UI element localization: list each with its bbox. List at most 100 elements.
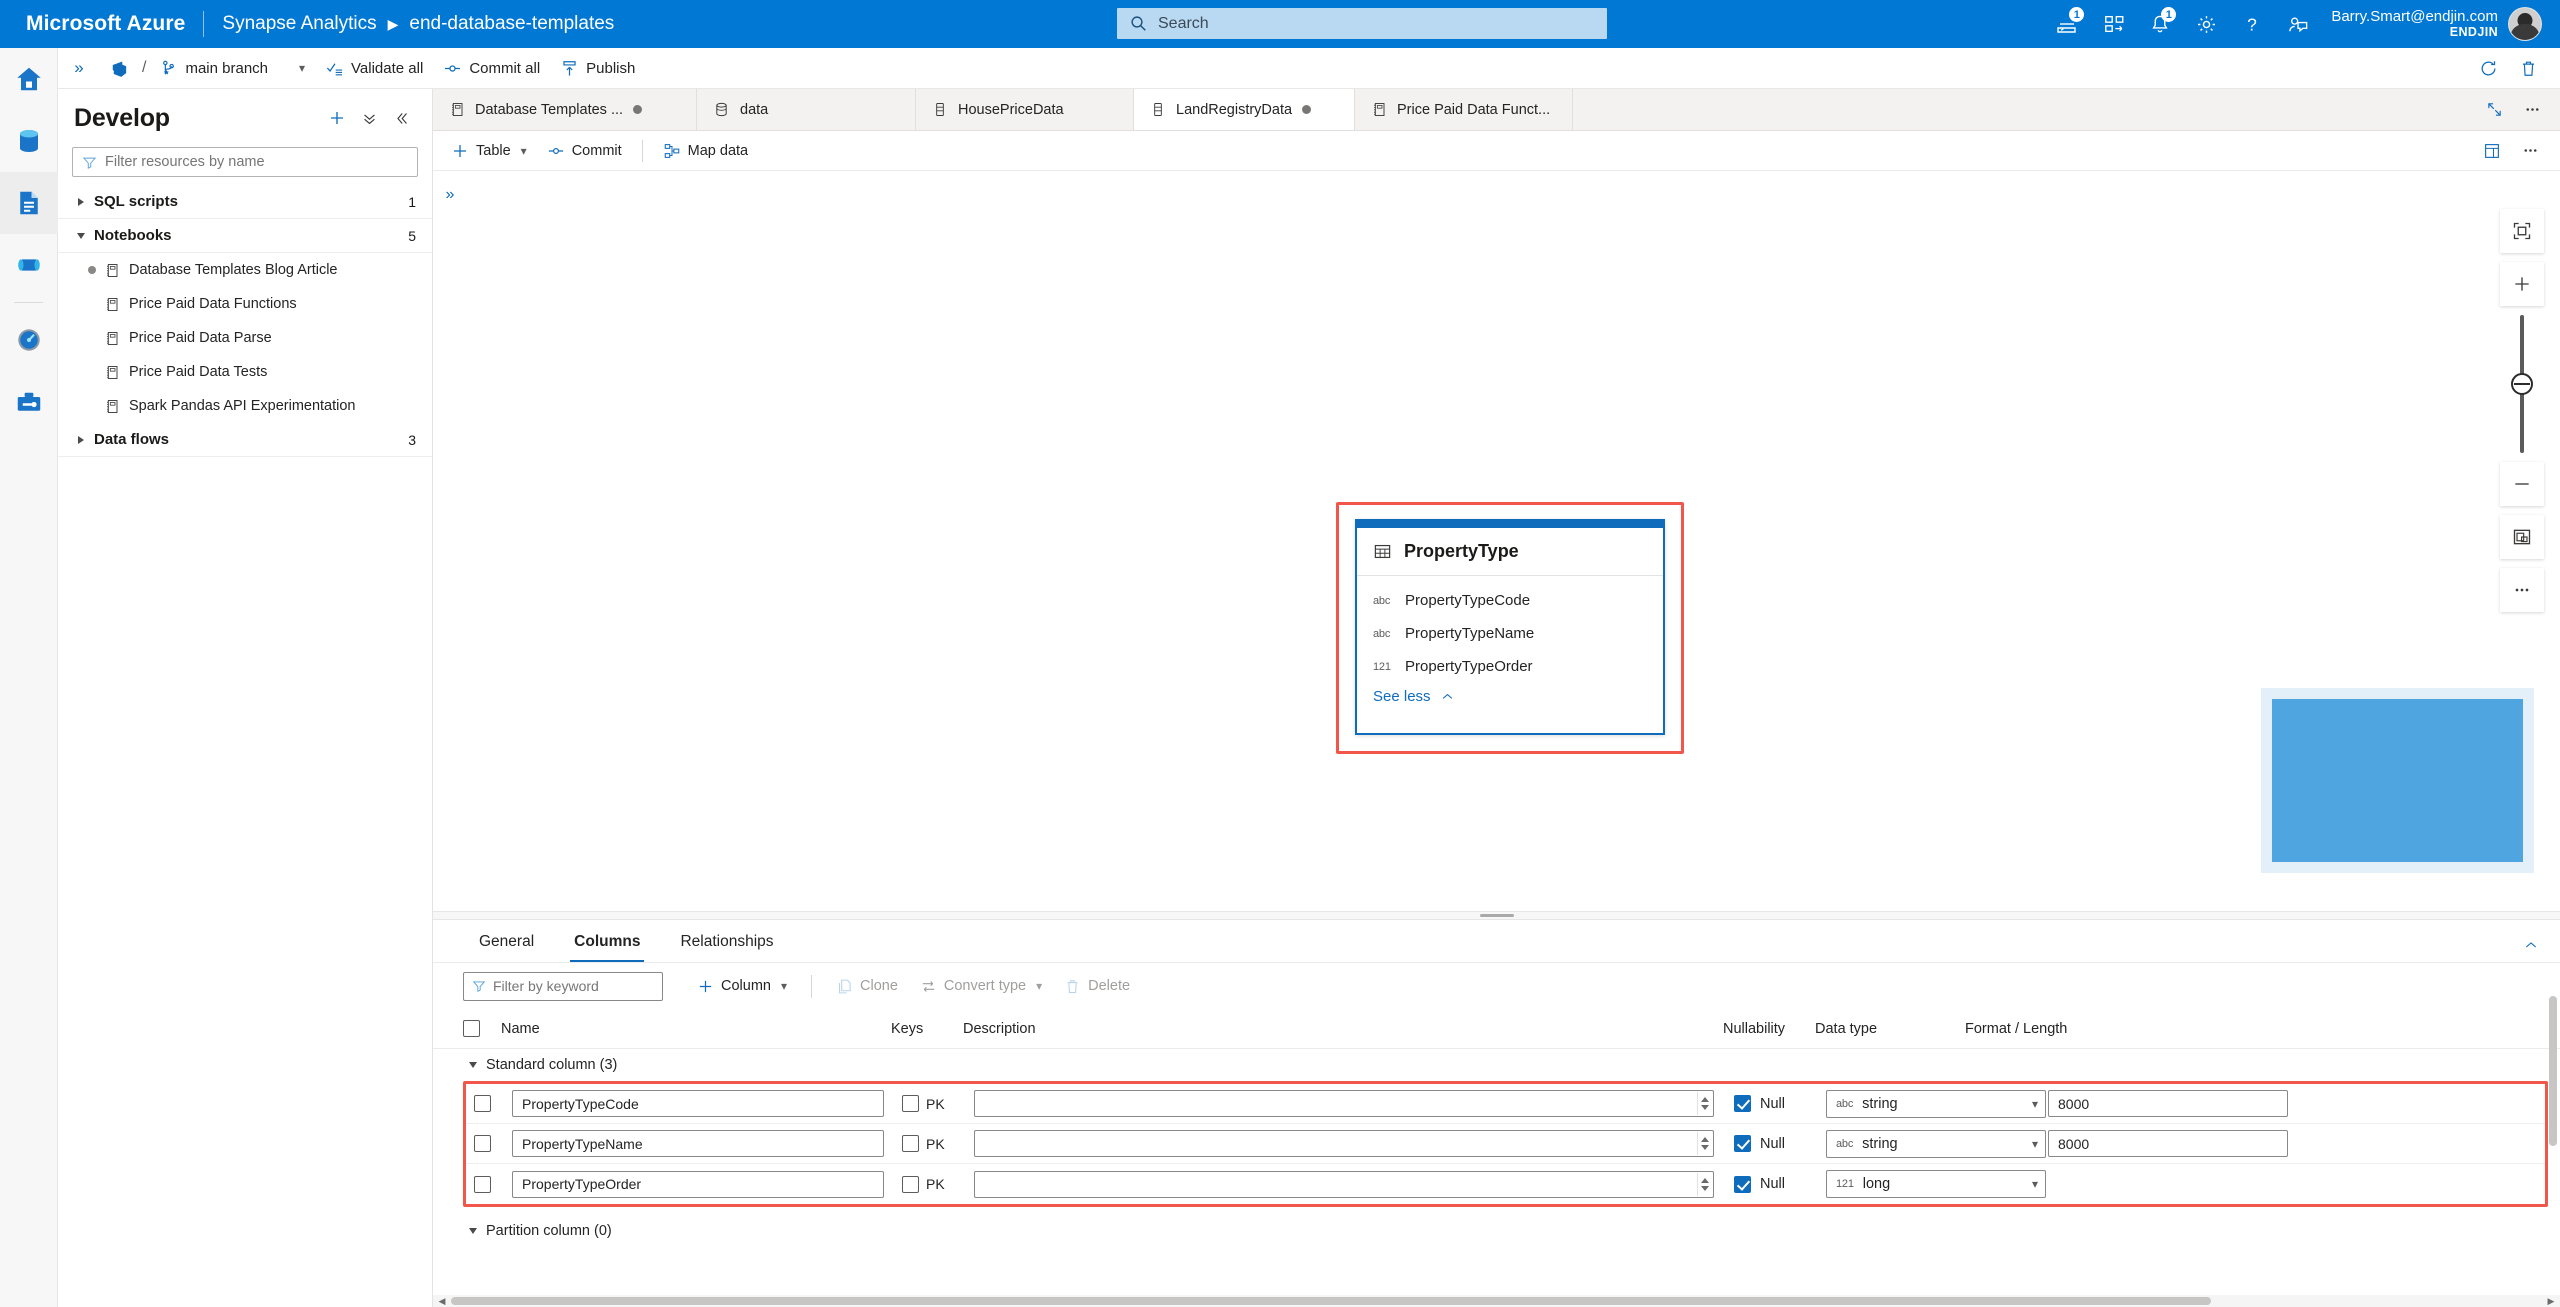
column-name-input[interactable]: PropertyTypeOrder [512, 1170, 884, 1198]
column-description-input[interactable] [974, 1090, 1714, 1117]
group-standard-column[interactable]: Standard column (3) [433, 1049, 2560, 1081]
scroll-right-arrow-icon[interactable]: ▶ [2542, 1296, 2560, 1307]
column-name-input[interactable]: PropertyTypeName [512, 1130, 884, 1157]
zoom-out-button[interactable] [2500, 462, 2544, 506]
map-data-button[interactable]: Map data [653, 135, 758, 167]
sidebar-item-data[interactable] [0, 110, 58, 172]
entity-column-row[interactable]: abc PropertyTypeName [1357, 617, 1663, 650]
entity-column-row[interactable]: abc PropertyTypeCode [1357, 584, 1663, 617]
tab-housepricedata[interactable]: HousePriceData [916, 89, 1134, 130]
pk-checkbox[interactable] [902, 1095, 919, 1112]
table-row[interactable]: PropertyTypeCode PK Null abc string ▾ 80… [466, 1084, 2545, 1124]
clone-column-button[interactable]: Clone [826, 970, 908, 1002]
notebook-item-spark-pandas-api-experimentation[interactable]: Spark Pandas API Experimentation [58, 389, 432, 423]
description-stepper[interactable] [1697, 1132, 1712, 1155]
expand-canvas-panel-button[interactable]: » [438, 183, 462, 207]
notebook-item-price-paid-data-parse[interactable]: Price Paid Data Parse [58, 321, 432, 355]
expand-editor-button[interactable] [2476, 92, 2512, 128]
editor-more-button[interactable] [2514, 92, 2550, 128]
horizontal-scrollbar[interactable]: ◀ ▶ [433, 1295, 2560, 1307]
pk-checkbox[interactable] [902, 1175, 919, 1193]
fit-to-screen-button[interactable] [2500, 209, 2544, 253]
group-partition-column[interactable]: Partition column (0) [433, 1215, 2560, 1247]
zoom-slider-handle[interactable] [2511, 373, 2533, 395]
directories-button[interactable] [2091, 0, 2137, 48]
zoom-in-button[interactable] [2500, 262, 2544, 306]
settings-button[interactable] [2183, 0, 2229, 48]
keyword-filter-input[interactable]: Filter by keyword [463, 971, 663, 1001]
tab-database-templates-blog-article[interactable]: Database Templates ... [433, 89, 697, 130]
feedback-button[interactable] [2275, 0, 2321, 48]
notebook-item-database-templates-blog-article[interactable]: Database Templates Blog Article [58, 253, 432, 287]
format-length-input[interactable]: 8000 [2048, 1130, 2288, 1157]
canvas-more-button[interactable] [2500, 568, 2544, 612]
scrollbar-thumb[interactable] [451, 1297, 2211, 1305]
table-row[interactable]: PropertyTypeOrder PK Null 121 long ▾ [466, 1164, 2545, 1204]
sidebar-item-home[interactable] [0, 48, 58, 110]
description-stepper[interactable] [1697, 1092, 1712, 1115]
collapse-rail-button[interactable]: » [58, 48, 100, 89]
sidebar-item-monitor[interactable] [0, 309, 58, 371]
nullable-checkbox[interactable] [1734, 1095, 1751, 1112]
notebook-item-price-paid-data-functions[interactable]: Price Paid Data Functions [58, 287, 432, 321]
tab-price-paid-data-functions[interactable]: Price Paid Data Funct... [1355, 89, 1573, 130]
notifications-button[interactable]: 1 [2137, 0, 2183, 48]
breadcrumb-workspace[interactable]: end-database-templates [409, 13, 614, 35]
er-diagram-canvas[interactable]: » PropertyType abc PropertyTypeCode abc … [433, 171, 2560, 911]
row-checkbox[interactable] [474, 1175, 491, 1193]
commit-button[interactable]: Commit [537, 135, 632, 167]
properties-vertical-scrollbar[interactable] [2548, 996, 2558, 1296]
tab-relationships[interactable]: Relationships [666, 920, 787, 963]
scrollbar-thumb[interactable] [2549, 996, 2557, 1146]
discard-button[interactable] [2510, 50, 2546, 86]
collapse-properties-button[interactable] [2518, 932, 2544, 958]
scrollbar-track[interactable] [451, 1297, 2542, 1305]
nullable-checkbox[interactable] [1734, 1135, 1751, 1152]
tree-group-data-flows[interactable]: Data flows 3 [58, 423, 432, 457]
convert-type-button[interactable]: Convert type ▾ [910, 970, 1052, 1002]
sidebar-item-manage[interactable] [0, 371, 58, 433]
account-menu[interactable]: Barry.Smart@endjin.com ENDJIN [2331, 7, 2542, 41]
entity-card-propertytype[interactable]: PropertyType abc PropertyTypeCode abc Pr… [1355, 519, 1665, 735]
help-button[interactable]: ? [2229, 0, 2275, 48]
select-all-checkbox[interactable] [463, 1020, 480, 1037]
delete-column-button[interactable]: Delete [1054, 970, 1140, 1002]
sidebar-item-develop[interactable] [0, 172, 58, 234]
collapse-all-button[interactable] [354, 103, 384, 133]
column-name-input[interactable]: PropertyTypeCode [512, 1090, 884, 1117]
column-description-input[interactable] [974, 1170, 1714, 1198]
column-description-input[interactable] [974, 1130, 1714, 1157]
hide-panel-button[interactable] [386, 103, 416, 133]
azure-brand[interactable]: Microsoft Azure [26, 12, 185, 36]
canvas-minimap[interactable] [2261, 688, 2534, 873]
row-checkbox[interactable] [474, 1135, 491, 1152]
commit-all-button[interactable]: Commit all [433, 48, 550, 89]
zoom-slider[interactable] [2500, 315, 2544, 453]
notebook-item-price-paid-data-tests[interactable]: Price Paid Data Tests [58, 355, 432, 389]
tab-columns[interactable]: Columns [560, 920, 654, 963]
scroll-left-arrow-icon[interactable]: ◀ [433, 1296, 451, 1307]
add-table-button[interactable]: Table ▾ [441, 135, 537, 167]
nullable-checkbox[interactable] [1734, 1175, 1751, 1193]
sidebar-item-integrate[interactable] [0, 234, 58, 296]
format-length-input[interactable]: 8000 [2048, 1090, 2288, 1117]
minimap-viewport[interactable] [2272, 699, 2523, 862]
tab-landregistrydata[interactable]: LandRegistryData [1134, 89, 1355, 130]
panel-splitter[interactable] [433, 911, 2560, 920]
properties-button[interactable] [2474, 133, 2510, 169]
editor-overflow-button[interactable] [2512, 133, 2548, 169]
minimap-toggle-button[interactable] [2500, 515, 2544, 559]
global-search[interactable]: Search [1117, 8, 1607, 39]
table-row[interactable]: PropertyTypeName PK Null abc string ▾ 80… [466, 1124, 2545, 1164]
branch-selector[interactable]: main branch ▾ [149, 48, 315, 89]
publish-button[interactable]: Publish [550, 48, 645, 89]
tab-data[interactable]: data [697, 89, 916, 130]
tab-general[interactable]: General [465, 920, 548, 963]
cloud-shell-button[interactable]: 1 [2045, 0, 2091, 48]
add-column-button[interactable]: Column ▾ [687, 970, 797, 1002]
entity-column-row[interactable]: 121 PropertyTypeOrder [1357, 650, 1663, 683]
row-checkbox[interactable] [474, 1095, 491, 1112]
validate-all-button[interactable]: Validate all [315, 48, 433, 89]
format-length-input[interactable] [2048, 1170, 2288, 1198]
tree-group-sql-scripts[interactable]: SQL scripts 1 [58, 185, 432, 219]
